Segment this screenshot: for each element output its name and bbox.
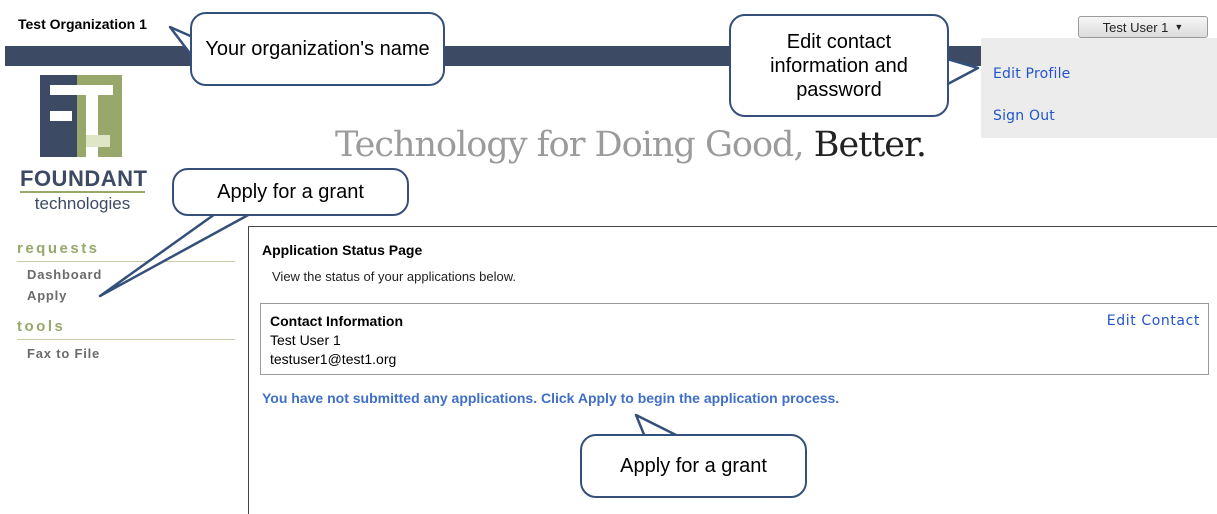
- callout-org-name: Your organization's name: [190, 12, 445, 86]
- callout-tail-edit: [942, 56, 980, 88]
- callout-tail-apply-left: [98, 212, 252, 298]
- callout-apply-bottom: Apply for a grant: [580, 434, 807, 498]
- callout-apply-left: Apply for a grant: [172, 168, 409, 216]
- callout-edit-profile: Edit contact information and password: [729, 14, 949, 117]
